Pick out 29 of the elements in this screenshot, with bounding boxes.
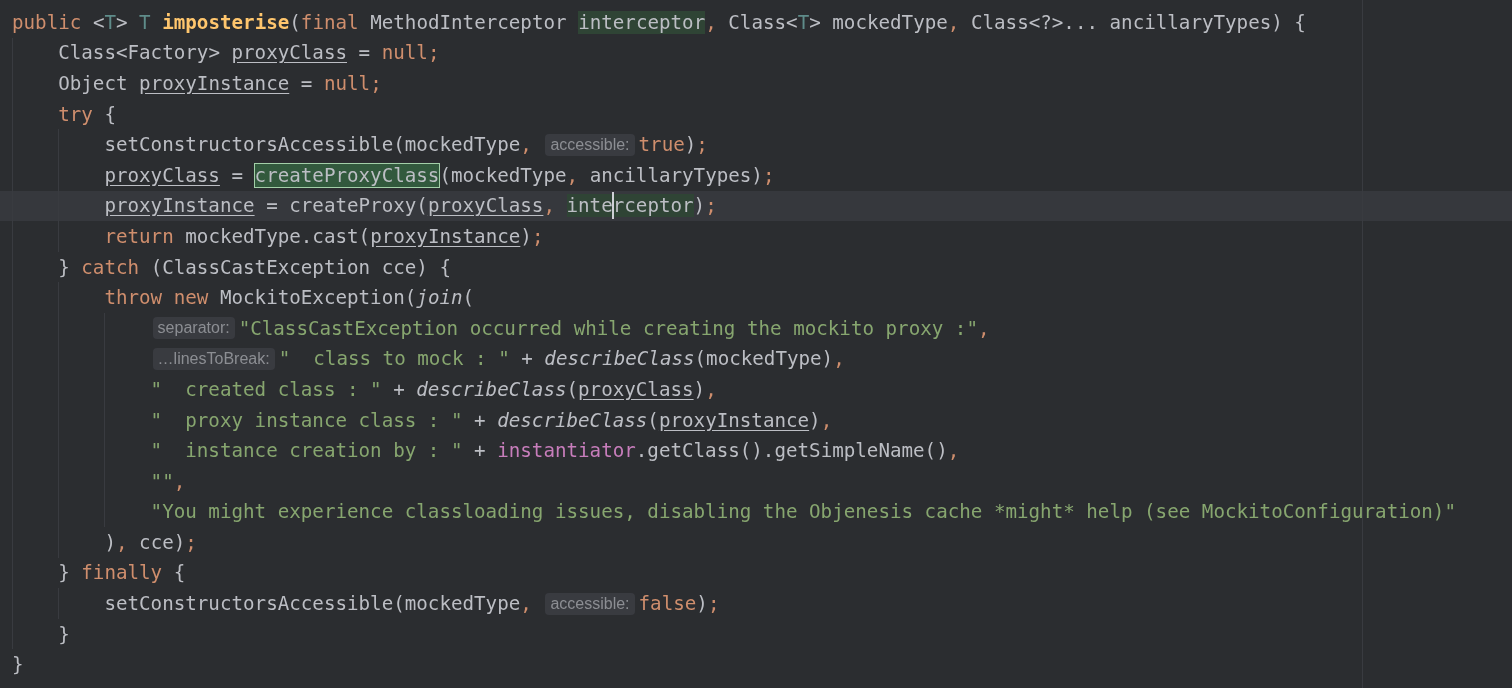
parameter-hint: accessible: [545, 592, 635, 615]
code-text: Class<Factory> proxyClass = null; [58, 41, 440, 65]
code-text: } catch (ClassCastException cce) { [58, 255, 451, 279]
code-text: throw new MockitoException(join( [104, 286, 475, 310]
code-text: false); [638, 592, 720, 616]
code-text: try { [58, 102, 116, 126]
parameter-hint: accessible: [545, 133, 635, 156]
code-text: public <T> T imposterise(final MethodInterceptor interceptor, Class<T> mockedType, Class<?>... ancillaryTypes) { [12, 10, 1306, 34]
parameter-hint: separator: [152, 317, 235, 340]
code-text: "", [150, 469, 186, 493]
code-text: return mockedType.cast(proxyInstance); [104, 224, 544, 248]
code-text: setConstructorsAccessible(mockedType, [104, 133, 533, 157]
parameter-hint: …linesToBreak: [152, 347, 275, 370]
code-text: } [58, 622, 70, 646]
code-text: } finally { [58, 561, 186, 585]
code-text: " created class : " + describeClass(proxyClass), [150, 377, 717, 401]
code-text: " instance creation by : " + instantiator.getClass().getSimpleName(), [150, 439, 960, 463]
code-text: ), cce); [104, 530, 197, 554]
code-text: " class to mock : " + describeClass(mockedType), [278, 347, 845, 371]
code-text: "ClassCastException occurred while creating the mockito proxy :", [238, 316, 990, 340]
code-text: } [12, 653, 24, 677]
code-text: Object proxyInstance = null; [58, 72, 382, 95]
code-text: setConstructorsAccessible(mockedType, [104, 592, 533, 616]
code-text: " proxy instance class : " + describeClass(proxyInstance), [150, 408, 833, 432]
code-editor[interactable] [0, 0, 1512, 688]
code-text: true); [638, 133, 708, 157]
code-text: "You might experience classloading issues, disabling the Objenesis cache *might* help (see MockitoConfiguration)" [150, 500, 1456, 524]
code-text: proxyClass = createProxyClass(mockedType, ancillaryTypes); [104, 163, 775, 187]
code-text: proxyInstance = createProxy(proxyClass, inte rceptor); [104, 194, 717, 218]
